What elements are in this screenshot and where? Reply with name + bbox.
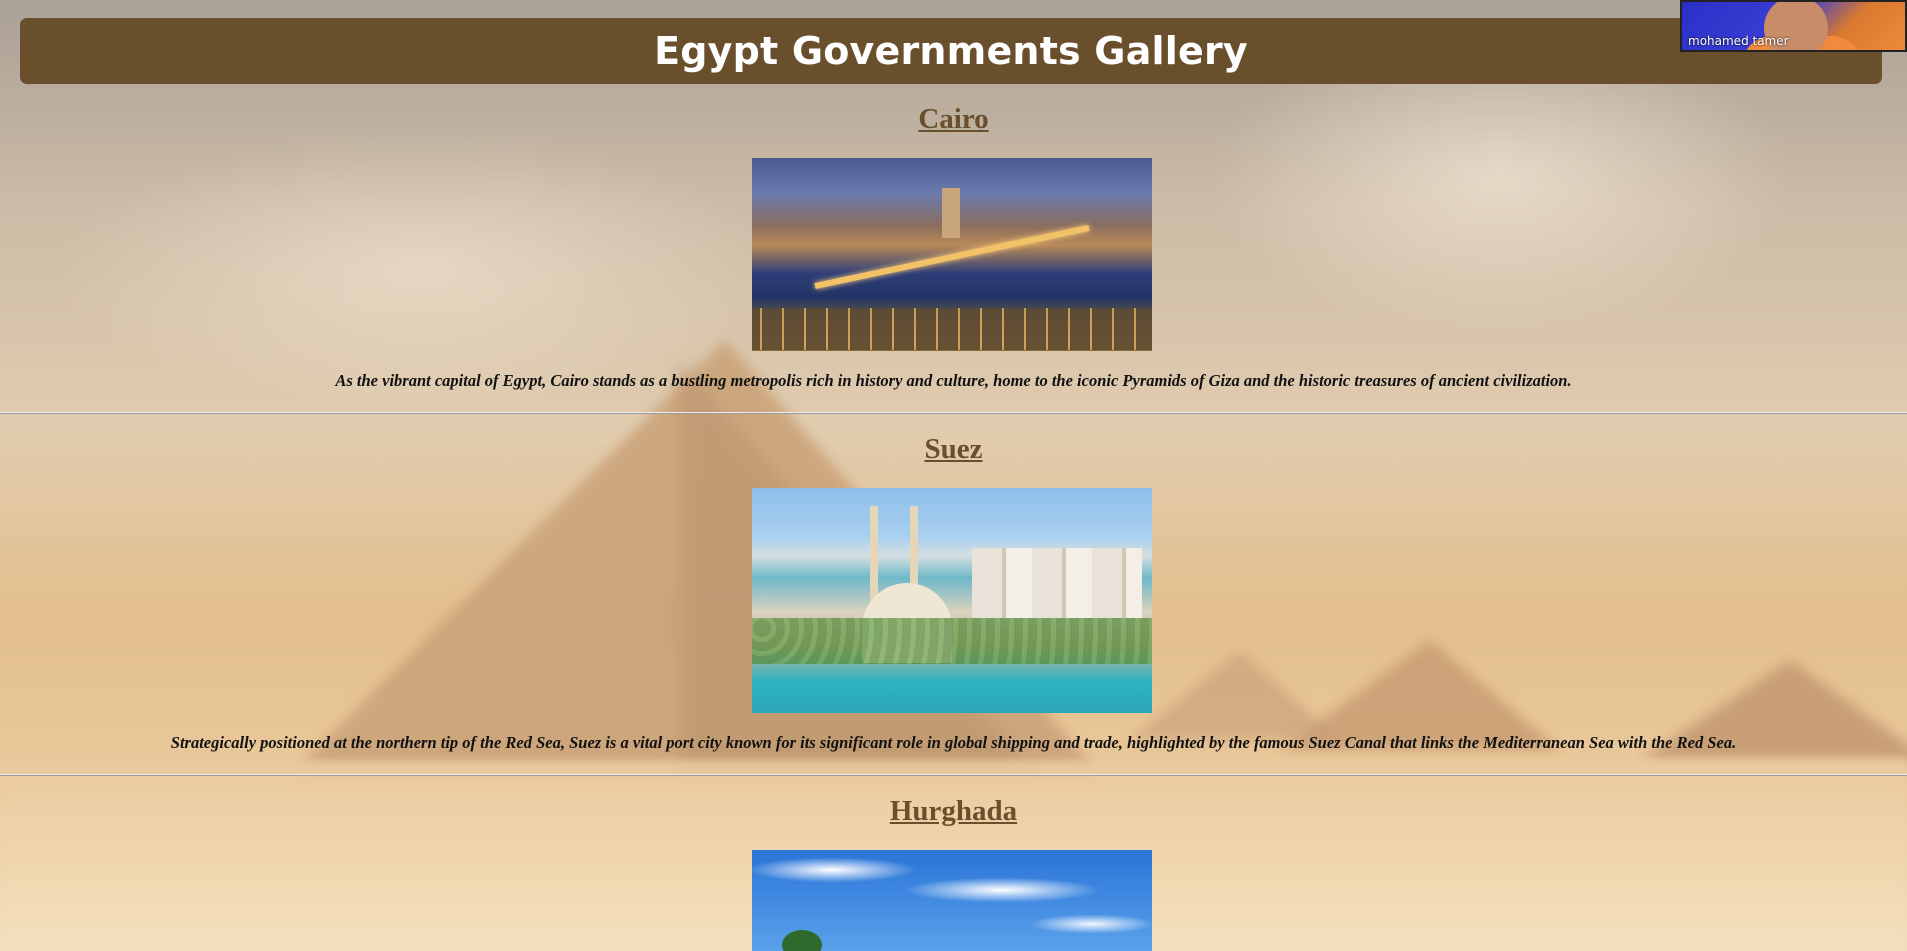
video-call-overlay[interactable]: mohamed tamer [1680, 0, 1907, 52]
suez-image [752, 488, 1152, 713]
section-divider [0, 774, 1907, 776]
cairo-description: As the vibrant capital of Egypt, Cairo s… [335, 371, 1572, 390]
page-header: Egypt Governments Gallery [20, 18, 1882, 84]
section-divider [0, 412, 1907, 414]
suez-description: Strategically positioned at the northern… [170, 733, 1737, 752]
city-link-hurghada[interactable]: Hurghada [0, 795, 1907, 828]
participant-name: mohamed tamer [1688, 34, 1789, 48]
gallery-page: Egypt Governments Gallery mohamed tamer … [0, 0, 1907, 951]
page-title: Egypt Governments Gallery [654, 29, 1248, 73]
cairo-image [752, 158, 1152, 351]
city-link-suez[interactable]: Suez [0, 433, 1907, 466]
city-link-cairo[interactable]: Cairo [0, 103, 1907, 136]
hurghada-image [752, 850, 1152, 951]
